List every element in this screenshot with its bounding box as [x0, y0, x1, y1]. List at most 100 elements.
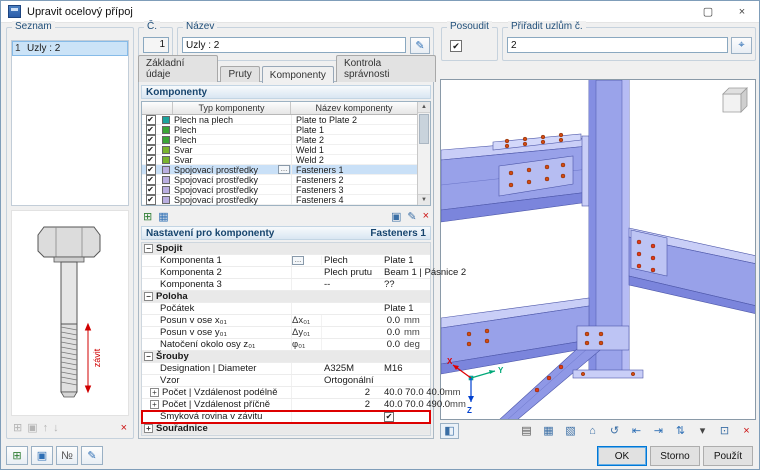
pick-nodes-button[interactable]: ⌖ [731, 37, 752, 54]
row-komponenta-2[interactable]: Komponenta 2 Plech prutu Beam 1 | Pásnice … [142, 267, 466, 279]
property-value-2[interactable]: 0.0 [382, 339, 404, 350]
property-value-2[interactable]: 40.0 70.0 490.0 [382, 399, 450, 410]
renumber-button[interactable]: № [56, 446, 78, 465]
apply-button[interactable]: Použít [703, 446, 753, 466]
component-visible-checkbox[interactable]: ✔ [145, 144, 156, 155]
close-view-icon[interactable]: × [737, 423, 756, 439]
property-value-1[interactable]: Plech prutu [322, 267, 382, 278]
table-scrollbar[interactable]: ▲ ▼ [417, 102, 430, 205]
property-value-2[interactable]: Plate 1 [382, 303, 414, 314]
group-poloha[interactable]: − Poloha [142, 291, 430, 303]
row-komponenta-3[interactable]: Komponenta 3 --?? [142, 279, 430, 291]
new-connection-button[interactable]: ⊞ [6, 446, 28, 465]
property-value-1[interactable]: -- [322, 279, 382, 290]
component-visible-checkbox[interactable]: ✔ [145, 194, 156, 205]
component-visible-checkbox[interactable]: ✔ [145, 154, 156, 165]
tab-komponenty[interactable]: Komponenty [261, 66, 334, 83]
property-value-2[interactable]: Beam 1 | Pásnice 2 [382, 267, 466, 278]
group-souradnice[interactable]: + Souřadnice [142, 423, 430, 435]
property-value-1[interactable]: 2 [322, 387, 382, 398]
expander-srouby[interactable]: − [144, 352, 153, 361]
tab-pruty[interactable]: Pruty [220, 66, 260, 82]
property-value-2[interactable]: ✔ [382, 411, 404, 422]
component-row[interactable]: ✔ Spojovací prostředky… Fasteners 1 [142, 164, 417, 175]
smykova-rovina-v-zavitu-checkbox[interactable]: ✔ [384, 411, 394, 422]
row-natoceni-z[interactable]: Natočení okolo osy z₀₁ φ₀₁ 0.0 deg [142, 339, 430, 351]
row-pocatek[interactable]: Počátek Plate 1 [142, 303, 430, 315]
list-item-node[interactable]: 1 Uzly : 2 [12, 41, 128, 56]
assign-nodes-input[interactable] [507, 37, 728, 53]
wireframe-view-icon[interactable]: ▧ [561, 423, 580, 439]
property-value-1[interactable]: 2 [322, 399, 382, 410]
tab-zakladni-udaje[interactable]: Základní údaje [138, 55, 219, 82]
display-options-icon[interactable]: ▾ [693, 423, 712, 439]
scroll-up-button[interactable]: ▲ [418, 102, 430, 113]
component-row[interactable]: ✔ Plech Plate 2 [142, 134, 417, 145]
property-value-2[interactable]: 0.0 [382, 315, 404, 326]
scroll-down-button[interactable]: ▼ [418, 194, 430, 205]
copy-connection-button[interactable]: ▣ [31, 446, 53, 465]
tab-kontrola-spravnosti[interactable]: Kontrola správnosti [335, 55, 436, 82]
row-posun-x[interactable]: Posun v ose x₀₁ Δx₀₁ 0.0 mm [142, 315, 430, 327]
component-visible-checkbox[interactable]: ✔ [145, 184, 156, 195]
check-design-checkbox[interactable]: ✔ [450, 40, 462, 52]
property-value-2[interactable]: M16 [382, 363, 404, 374]
expander-spojit[interactable]: − [144, 244, 153, 253]
row-posun-y[interactable]: Posun v ose y₀₁ Δy₀₁ 0.0 mm [142, 327, 430, 339]
component-visible-checkbox[interactable]: ✔ [145, 164, 156, 175]
shaded-view-icon[interactable]: ▦ [539, 423, 558, 439]
delete-component-button[interactable]: × [423, 210, 429, 222]
component-visible-checkbox[interactable]: ✔ [145, 124, 156, 135]
component-row[interactable]: ✔ Plech Plate 1 [142, 124, 417, 135]
component-visible-checkbox[interactable]: ✔ [145, 174, 156, 185]
component-visible-checkbox[interactable]: ✔ [145, 115, 156, 125]
zoom-extents-icon[interactable]: ⌂ [583, 423, 602, 439]
component-row[interactable]: ✔ Svar Weld 2 [142, 154, 417, 165]
edit-component-button[interactable]: ✎ [407, 210, 416, 223]
dimension-z-icon[interactable]: ⇅ [671, 423, 690, 439]
rotate-view-icon[interactable]: ↺ [605, 423, 624, 439]
group-spojit[interactable]: − Spojit [142, 243, 430, 255]
type-column-header[interactable]: Typ komponenty [173, 102, 291, 114]
component-library-button[interactable]: ▦ [158, 210, 168, 223]
titlebar[interactable]: Upravit ocelový přípoj ▢ × [1, 1, 759, 23]
settings-button[interactable]: ✎ [81, 446, 103, 465]
property-value-1[interactable]: Ortogonální [322, 375, 382, 386]
scroll-thumb[interactable] [419, 114, 429, 144]
add-component-button[interactable]: ⊞ [143, 210, 152, 223]
component-row[interactable]: ✔ Spojovací prostředky Fasteners 3 [142, 184, 417, 195]
list-delete-button[interactable]: × [121, 422, 127, 434]
dimension-x-icon[interactable]: ⇤ [627, 423, 646, 439]
expander-pocet-vzdalenost-pricne[interactable]: + [150, 400, 159, 409]
maximize-button[interactable]: ▢ [691, 1, 725, 22]
expander-poloha[interactable]: − [144, 292, 153, 301]
expander-pocet-vzdalenost-podelne[interactable]: + [150, 388, 159, 397]
connection-list[interactable]: 1 Uzly : 2 [11, 40, 129, 206]
row-smykova-rovina[interactable]: Smyková rovina v závitu ✔ [141, 410, 431, 424]
component-visible-checkbox[interactable]: ✔ [145, 134, 156, 145]
component-row[interactable]: ✔ Spojovací prostředky Fasteners 2 [142, 174, 417, 185]
close-button[interactable]: × [725, 1, 759, 22]
component-picker-button[interactable]: … [278, 165, 290, 174]
copy-component-button[interactable]: ▣ [391, 210, 401, 223]
component-select-button[interactable]: … [292, 256, 304, 265]
property-value-1[interactable]: Plech [322, 255, 382, 266]
viewport-3d[interactable]: X Y Z [440, 79, 756, 420]
property-value-2[interactable]: ?? [382, 279, 404, 290]
group-srouby[interactable]: − Šrouby [142, 351, 430, 363]
row-pocet-podelne[interactable]: + Počet | Vzdálenost podélně 2 40.0 70.0 40… [142, 387, 461, 399]
name-column-header[interactable]: Název komponenty [291, 102, 417, 114]
row-komponenta-1[interactable]: Komponenta 1 … Plech Plate 1 [142, 255, 430, 267]
row-pocet-pricne[interactable]: + Počet | Vzdálenost příčně 2 40.0 70.0 490… [142, 399, 466, 411]
property-value-1[interactable]: A325M [322, 363, 382, 374]
row-designation-diameter[interactable]: Designation | Diameter A325M M16 [142, 363, 430, 375]
select-mode-icon[interactable]: ▤ [517, 423, 536, 439]
property-value-2[interactable]: 40.0 70.0 40.0 [382, 387, 445, 398]
component-row[interactable]: ✔ Plech na plech Plate to Plate 2 [142, 115, 417, 125]
rename-button[interactable]: ✎ [410, 37, 430, 54]
cancel-button[interactable]: Storno [650, 446, 700, 466]
connection-name-input[interactable] [182, 37, 406, 53]
property-value-2[interactable]: 0.0 [382, 327, 404, 338]
viewport-panel-button[interactable]: ◧ [440, 422, 459, 439]
component-row[interactable]: ✔ Svar Weld 1 [142, 144, 417, 155]
